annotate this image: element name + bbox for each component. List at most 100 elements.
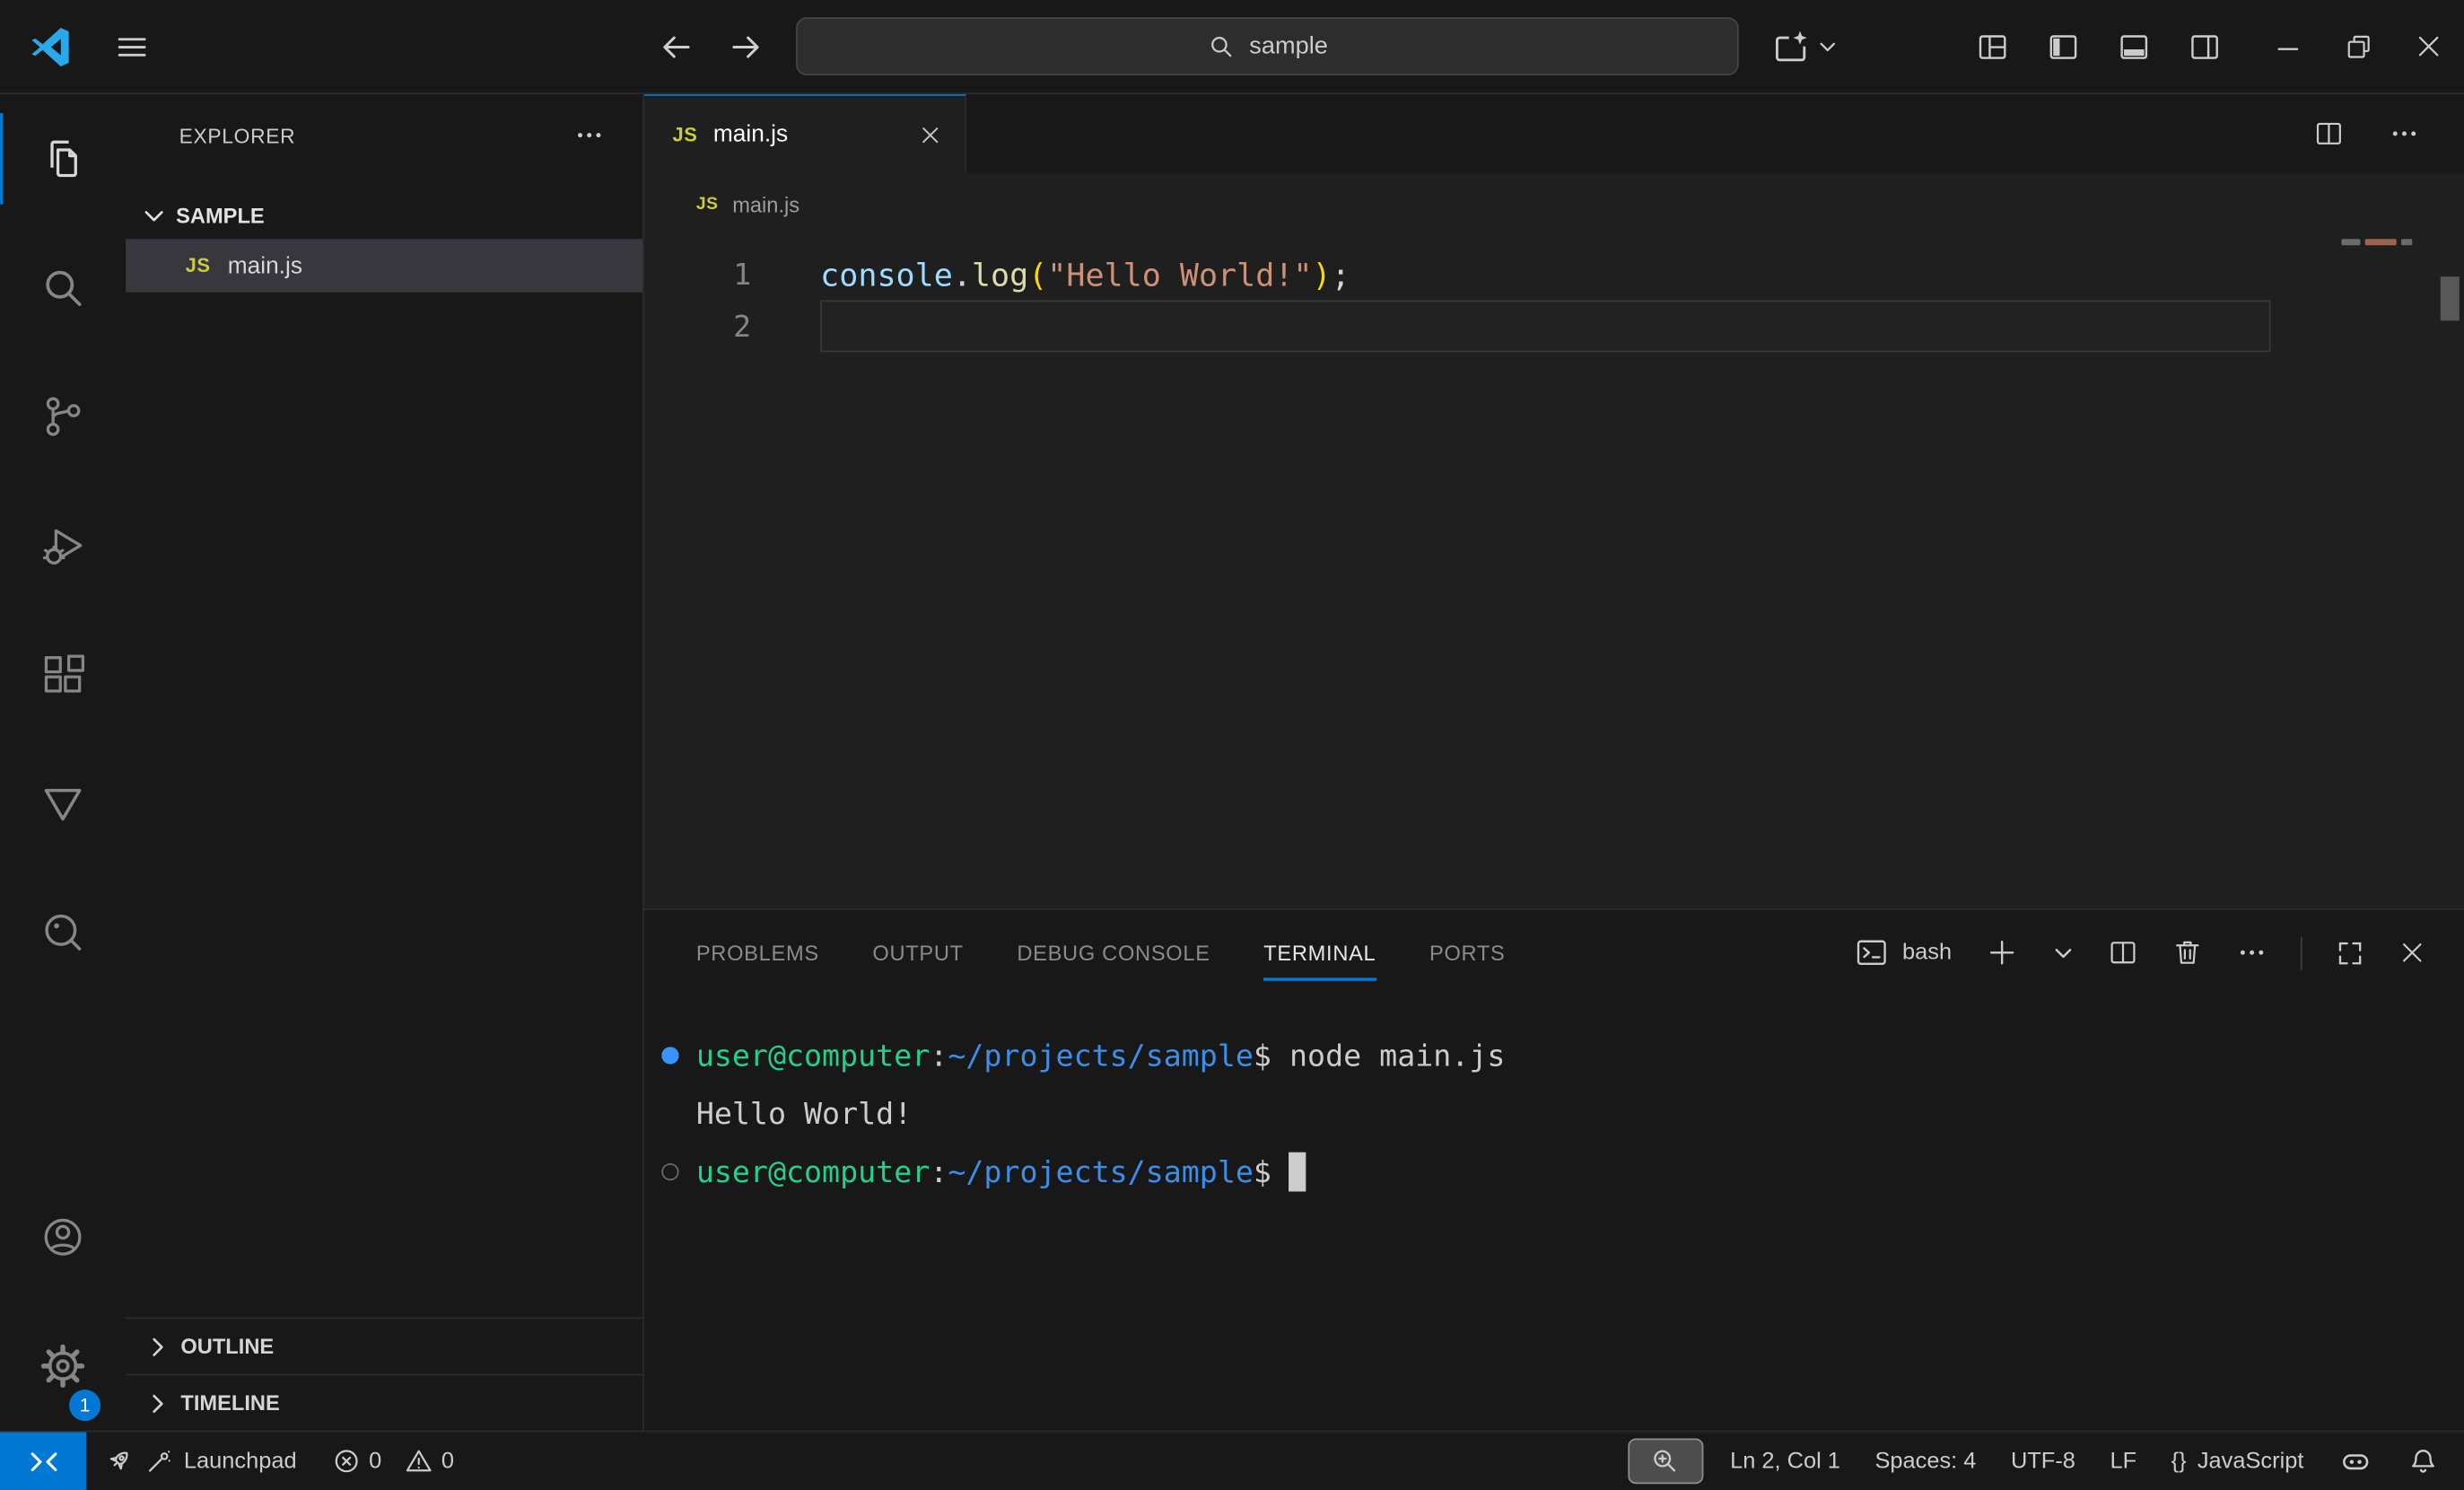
activity-account[interactable] [0, 1172, 126, 1302]
editor-scrollbar[interactable] [2441, 276, 2460, 320]
code-line-1: 1 console.log("Hello World!"); [644, 249, 2464, 301]
back-arrow-icon[interactable] [658, 28, 695, 66]
command-decoration-pending[interactable] [644, 1163, 696, 1180]
activity-extensions[interactable] [0, 610, 126, 740]
launchpad-label: Launchpad [184, 1449, 297, 1474]
terminal-icon [1854, 935, 1889, 970]
folder-name: SAMPLE [176, 204, 265, 227]
terminal-view[interactable]: user@computer:~/projects/sample$ node ma… [644, 995, 2464, 1431]
line-number-2: 2 [644, 309, 820, 344]
restore-button[interactable] [2322, 0, 2393, 92]
shell-selector[interactable]: bash [1854, 935, 1952, 970]
warning-icon [404, 1446, 433, 1476]
run-debug-icon [39, 522, 87, 569]
timeline-section[interactable]: TIMELINE [126, 1374, 642, 1431]
file-item-mainjs[interactable]: JS main.js [126, 239, 642, 293]
tab-ports[interactable]: PORTS [1429, 910, 1506, 995]
tab-debug-console[interactable]: DEBUG CONSOLE [1017, 910, 1210, 995]
chevron-right-icon [144, 1390, 170, 1416]
vscode-window: sample [0, 0, 2464, 1490]
activity-explorer[interactable] [0, 94, 126, 224]
minimap[interactable] [2341, 239, 2435, 427]
terminal-dropdown-chevron-icon[interactable] [2052, 942, 2075, 964]
forward-arrow-icon[interactable] [727, 28, 765, 66]
folder-section-sample[interactable]: SAMPLE [126, 192, 642, 240]
wand-icon [144, 1447, 173, 1476]
token-string: "Hello World!" [1047, 256, 1312, 294]
panel-actions-separator [2301, 936, 2302, 969]
language-label: JavaScript [2198, 1449, 2304, 1474]
close-panel-icon[interactable] [2398, 939, 2426, 968]
status-bar: Launchpad 0 0 Ln 2, Col 1 Spaces: [0, 1431, 2464, 1490]
maximize-panel-icon[interactable] [2335, 938, 2364, 968]
token-object: console [820, 256, 953, 294]
warning-count: 0 [441, 1449, 454, 1474]
customize-layout-icon[interactable] [1956, 0, 2027, 92]
triangle-extension-icon [39, 780, 87, 828]
activity-extension-circle[interactable] [0, 868, 126, 997]
encoding-label: UTF-8 [2011, 1449, 2075, 1474]
language-status[interactable]: {} JavaScript [2154, 1432, 2320, 1490]
outline-section[interactable]: OUTLINE [126, 1318, 642, 1374]
copilot-menu[interactable] [1770, 26, 1838, 67]
activity-settings[interactable]: 1 [0, 1302, 126, 1431]
js-file-icon: JS [186, 255, 211, 277]
explorer-more-actions-icon[interactable] [573, 119, 605, 151]
activity-search[interactable] [0, 224, 126, 353]
account-icon [39, 1214, 87, 1261]
toggle-sidebar-icon[interactable] [2027, 0, 2098, 92]
indentation-status[interactable]: Spaces: 4 [1857, 1432, 1993, 1490]
terminal-output: Hello World! [696, 1097, 912, 1132]
menu-icon[interactable] [113, 28, 151, 66]
search-value: sample [1249, 32, 1328, 61]
toggle-secondary-sidebar-icon[interactable] [2169, 0, 2240, 92]
launchpad-status-item[interactable]: Launchpad [86, 1432, 314, 1490]
activity-run-debug[interactable] [0, 481, 126, 610]
rocket-icon [104, 1446, 134, 1476]
token-method: log [972, 256, 1028, 294]
terminal-command: node main.js [1271, 1039, 1505, 1074]
tab-terminal[interactable]: TERMINAL [1263, 910, 1376, 995]
new-terminal-icon[interactable] [1985, 935, 2020, 970]
zoom-status-button[interactable] [1628, 1438, 1703, 1484]
close-tab-icon[interactable] [918, 122, 943, 147]
minimap-mark [2365, 239, 2397, 245]
eol-status[interactable]: LF [2093, 1432, 2154, 1490]
encoding-status[interactable]: UTF-8 [1994, 1432, 2093, 1490]
activity-extension-triangle[interactable] [0, 739, 126, 868]
line-col-label: Ln 2, Col 1 [1730, 1449, 1840, 1474]
code-editor[interactable]: 1 console.log("Hello World!"); 2 [644, 236, 2464, 909]
toggle-panel-icon[interactable] [2098, 0, 2169, 92]
breadcrumb[interactable]: JS main.js [644, 173, 2464, 236]
panel-more-actions-icon[interactable] [2236, 937, 2267, 968]
editor-more-actions-icon[interactable] [2389, 118, 2420, 149]
line-number-1: 1 [644, 257, 820, 292]
shell-label: bash [1902, 940, 1952, 965]
remote-indicator[interactable] [0, 1432, 86, 1490]
tab-output[interactable]: OUTPUT [872, 910, 963, 995]
close-window-button[interactable] [2393, 0, 2464, 92]
prompt-dollar: $ [1254, 1154, 1271, 1189]
kill-terminal-icon[interactable] [2171, 937, 2203, 968]
split-terminal-icon[interactable] [2107, 937, 2138, 968]
split-editor-icon[interactable] [2313, 118, 2345, 149]
command-center-search[interactable]: sample [796, 17, 1739, 75]
minimize-button[interactable] [2252, 0, 2323, 92]
tab-mainjs[interactable]: JS main.js [644, 94, 966, 173]
tab-problems[interactable]: PROBLEMS [696, 910, 819, 995]
files-icon [39, 136, 87, 183]
explorer-sidebar: EXPLORER SAMPLE JS main.js OUTLI [126, 94, 644, 1431]
notifications-status-item[interactable] [2390, 1432, 2464, 1490]
activity-source-control[interactable] [0, 352, 126, 481]
token-close-paren: ) [1312, 256, 1331, 294]
vscode-logo [29, 24, 73, 68]
copilot-icon [1770, 26, 1812, 67]
cursor-position-status[interactable]: Ln 2, Col 1 [1713, 1432, 1857, 1490]
command-decoration-success[interactable] [644, 1047, 696, 1064]
copilot-status-item[interactable] [2321, 1432, 2390, 1490]
prompt-user: user@computer [696, 1154, 930, 1189]
spaces-label: Spaces: 4 [1874, 1449, 1976, 1474]
terminal-line-1: user@computer:~/projects/sample$ node ma… [644, 1027, 2464, 1085]
eol-label: LF [2110, 1449, 2136, 1474]
problems-status-item[interactable]: 0 0 [314, 1432, 471, 1490]
